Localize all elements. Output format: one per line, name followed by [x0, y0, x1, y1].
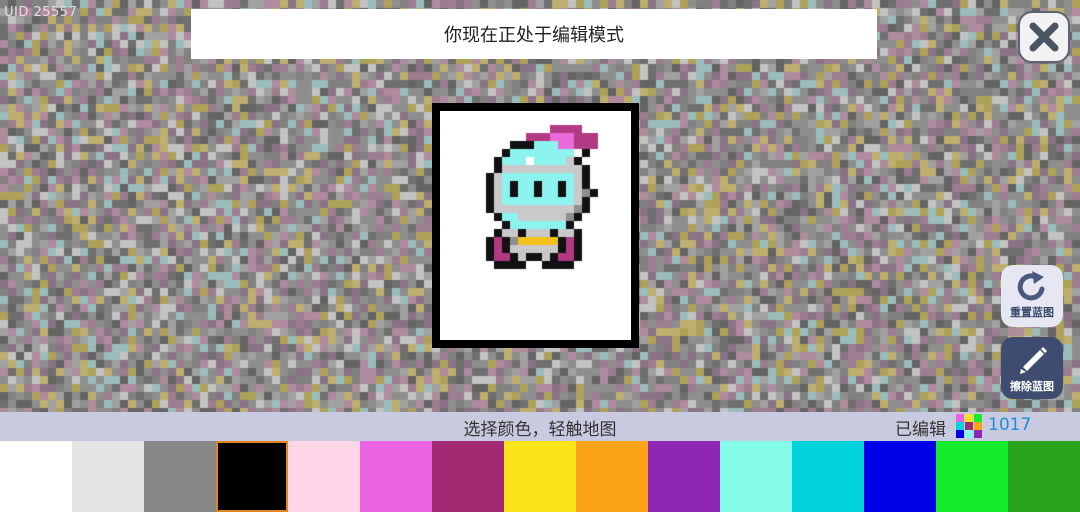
color-swatch[interactable] — [576, 441, 648, 512]
color-swatch[interactable] — [432, 441, 504, 512]
color-swatch[interactable] — [936, 441, 1008, 512]
color-swatch[interactable] — [864, 441, 936, 512]
color-swatch[interactable] — [792, 441, 864, 512]
close-button[interactable] — [1018, 11, 1070, 63]
color-swatch[interactable] — [648, 441, 720, 512]
color-swatch[interactable] — [720, 441, 792, 512]
uid-label: UID 25557 — [4, 5, 78, 20]
color-swatch[interactable] — [216, 441, 288, 512]
color-swatch[interactable] — [1008, 441, 1080, 512]
redo-icon — [1017, 271, 1045, 301]
reset-blueprint-button[interactable]: 重置蓝图 — [1001, 265, 1063, 327]
blueprint-preview-card — [432, 103, 639, 348]
color-swatch[interactable] — [504, 441, 576, 512]
color-swatch[interactable] — [72, 441, 144, 512]
erase-blueprint-button[interactable]: 擦除蓝图 — [1001, 337, 1063, 399]
reset-blueprint-label: 重置蓝图 — [1010, 306, 1054, 319]
pixel-blocks-icon — [956, 414, 982, 438]
color-swatch[interactable] — [360, 441, 432, 512]
status-bar: 选择颜色，轻触地图 已编辑 1017 — [0, 412, 1080, 441]
color-swatch[interactable] — [288, 441, 360, 512]
close-x-icon — [1029, 22, 1059, 52]
color-swatch[interactable] — [144, 441, 216, 512]
knight-sprite-preview — [440, 111, 631, 340]
pencil-icon — [1020, 347, 1047, 374]
mode-banner: 你现在正处于编辑模式 — [191, 9, 877, 59]
color-palette — [0, 441, 1080, 512]
color-swatch[interactable] — [0, 441, 72, 512]
erase-blueprint-label: 擦除蓝图 — [1010, 380, 1054, 393]
edited-count: 1017 — [988, 415, 1032, 435]
edited-label: 已编辑 — [895, 420, 946, 440]
